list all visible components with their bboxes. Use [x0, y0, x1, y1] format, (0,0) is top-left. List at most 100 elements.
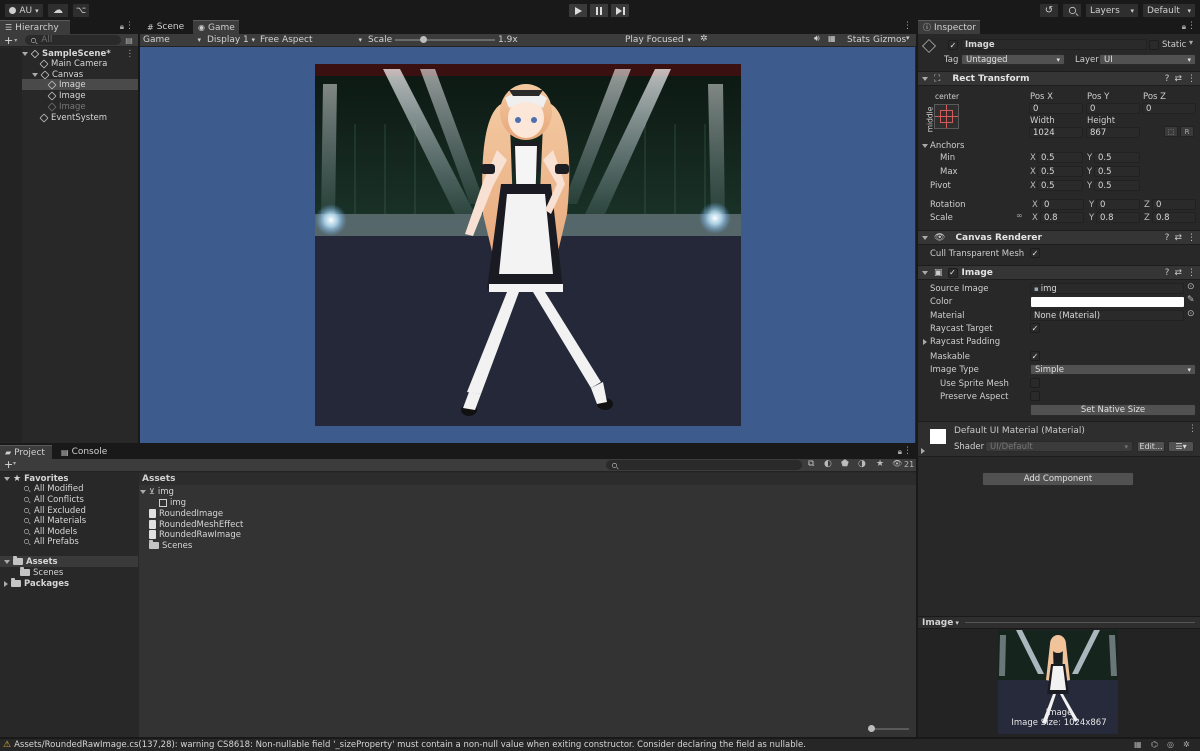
help-icon[interactable]: ?: [1165, 74, 1170, 84]
display-dropdown[interactable]: Display 1 ▾: [207, 34, 255, 46]
layer-dropdown[interactable]: UI ▾: [1099, 54, 1196, 65]
image-type-dropdown[interactable]: Simple ▾: [1030, 364, 1196, 375]
pos-x-input[interactable]: 0: [1029, 103, 1083, 114]
asset-item-rounded-raw-image[interactable]: RoundedRawImage: [149, 529, 241, 540]
asset-item-img-sprite[interactable]: img: [159, 497, 186, 508]
tab-project[interactable]: ▰ Project: [0, 445, 52, 459]
status-message[interactable]: Assets/RoundedRawImage.cs(137,28): warni…: [14, 740, 1114, 750]
cache-icon[interactable]: ◎: [1167, 740, 1174, 749]
scale-z-input[interactable]: 0.8: [1152, 212, 1196, 223]
more-icon[interactable]: ⋮: [1187, 74, 1196, 84]
preview-header[interactable]: Image ▾: [918, 616, 1200, 629]
add-component-button[interactable]: Add Component: [982, 472, 1134, 486]
packages-section[interactable]: Packages: [4, 578, 69, 589]
help-icon[interactable]: ?: [1165, 233, 1170, 243]
lock-icon[interactable]: 🔒︎: [1182, 22, 1186, 32]
shader-options-button[interactable]: ☰▾: [1168, 441, 1194, 452]
cull-transparent-checkbox[interactable]: ✓: [1030, 248, 1040, 258]
expand-arrow-icon[interactable]: [922, 144, 928, 148]
filter-icon[interactable]: ▤: [125, 36, 133, 45]
progress-icon[interactable]: ▦: [1134, 740, 1142, 749]
pivot-y-input[interactable]: 0.5: [1094, 180, 1140, 191]
more-icon[interactable]: ⋮: [1188, 424, 1197, 434]
more-icon[interactable]: ⋮: [903, 446, 912, 456]
hierarchy-item-eventsystem[interactable]: EventSystem: [39, 112, 107, 123]
log-filter-icon[interactable]: ◑: [858, 459, 866, 469]
static-checkbox[interactable]: [1149, 40, 1159, 50]
tab-console[interactable]: ▤ Console: [56, 445, 107, 459]
stats-button[interactable]: Stats: [847, 35, 870, 45]
favorite-item[interactable]: All Modified: [22, 483, 84, 494]
step-button[interactable]: [610, 3, 630, 18]
scale-x-input[interactable]: 0.8: [1040, 212, 1084, 223]
more-icon[interactable]: ⋮: [903, 21, 912, 31]
set-native-size-button[interactable]: Set Native Size: [1030, 404, 1196, 416]
add-icon[interactable]: +: [4, 458, 13, 471]
history-button[interactable]: ↺: [1039, 3, 1059, 18]
pause-button[interactable]: [589, 3, 609, 18]
more-icon[interactable]: ⋮: [126, 49, 135, 59]
chevron-down-icon[interactable]: ▾: [1189, 38, 1193, 47]
asset-item-img-texture[interactable]: ⊻ img: [140, 486, 174, 497]
tab-scene[interactable]: # Scene: [142, 20, 192, 34]
shader-dropdown[interactable]: UI/Default ▾: [985, 441, 1133, 452]
icon-size-slider-handle[interactable]: [868, 725, 875, 732]
eyedropper-icon[interactable]: ✎: [1187, 295, 1195, 305]
anchor-max-y-input[interactable]: 0.5: [1094, 166, 1140, 177]
height-input[interactable]: 867: [1086, 127, 1140, 138]
shortcut-icon[interactable]: ▦: [828, 34, 836, 43]
cloud-button[interactable]: ☁: [47, 3, 69, 18]
scale-slider-handle[interactable]: [420, 36, 427, 43]
hierarchy-item-main-camera[interactable]: Main Camera: [39, 58, 107, 69]
width-input[interactable]: 1024: [1029, 127, 1083, 138]
raycast-target-checkbox[interactable]: ✓: [1030, 323, 1040, 333]
tag-icon[interactable]: ⬟: [841, 459, 849, 469]
bug-icon[interactable]: ✲: [700, 34, 708, 44]
scale-slider[interactable]: [395, 39, 495, 41]
blueprint-mode-button[interactable]: ⬚: [1164, 126, 1178, 137]
layers-dropdown[interactable]: Layers ▾: [1085, 3, 1139, 18]
preset-icon[interactable]: ⇄: [1174, 268, 1182, 278]
play-button[interactable]: [568, 3, 588, 18]
favorite-item[interactable]: All Materials: [22, 515, 86, 526]
chevron-down-icon[interactable]: ▾: [13, 460, 16, 467]
canvas-renderer-header[interactable]: 👁︎ Canvas Renderer ? ⇄ ⋮: [918, 230, 1200, 245]
edit-shader-button[interactable]: Edit...: [1137, 441, 1165, 452]
gizmos-button[interactable]: Gizmos: [873, 35, 906, 45]
assets-folder-item[interactable]: Scenes: [20, 567, 63, 578]
asset-item-scenes-folder[interactable]: Scenes: [149, 540, 192, 551]
more-icon[interactable]: ⋮: [125, 21, 134, 31]
debug-icon[interactable]: ✲: [1183, 740, 1190, 749]
anchor-max-x-input[interactable]: 0.5: [1037, 166, 1083, 177]
icon-size-slider[interactable]: [869, 728, 909, 730]
tab-inspector[interactable]: ⓘ Inspector: [918, 20, 980, 34]
favorite-item[interactable]: All Conflicts: [22, 494, 84, 505]
object-name-input[interactable]: Image: [961, 39, 1147, 50]
chevron-down-icon[interactable]: ▾: [906, 34, 910, 42]
tab-hierarchy[interactable]: ☰ Hierarchy: [0, 20, 70, 34]
search-by-label-icon[interactable]: ◐: [824, 459, 832, 469]
rect-transform-header[interactable]: ⛶ Rect Transform ? ⇄ ⋮: [918, 71, 1200, 86]
play-focused-dropdown[interactable]: Play Focused ▾: [625, 34, 691, 46]
pos-y-input[interactable]: 0: [1086, 103, 1140, 114]
object-picker-icon[interactable]: ⊙: [1187, 309, 1195, 319]
link-icon[interactable]: ∞: [1016, 211, 1023, 220]
image-enabled-checkbox[interactable]: ✓: [947, 267, 958, 278]
account-dropdown[interactable]: AU ▾: [4, 3, 44, 18]
tab-game[interactable]: ◉ Game: [193, 20, 239, 34]
lock-icon[interactable]: 🔒︎: [898, 447, 902, 457]
more-icon[interactable]: ⋮: [1187, 268, 1196, 278]
search-button[interactable]: [1062, 3, 1082, 18]
help-icon[interactable]: ?: [1165, 268, 1170, 278]
rotation-x-input[interactable]: 0: [1040, 199, 1084, 210]
anchor-min-x-input[interactable]: 0.5: [1037, 152, 1083, 163]
more-icon[interactable]: ⋮: [1187, 21, 1196, 31]
version-control-button[interactable]: ⌥: [72, 3, 90, 18]
network-icon[interactable]: ⌬: [1151, 740, 1158, 749]
maskable-checkbox[interactable]: ✓: [1030, 351, 1040, 361]
project-search-input[interactable]: [606, 460, 802, 470]
rotation-y-input[interactable]: 0: [1096, 199, 1140, 210]
hierarchy-item-image[interactable]: Image: [47, 90, 86, 101]
source-image-field[interactable]: ▪ img: [1030, 283, 1184, 294]
hierarchy-item-image-selected[interactable]: Image: [22, 79, 138, 90]
